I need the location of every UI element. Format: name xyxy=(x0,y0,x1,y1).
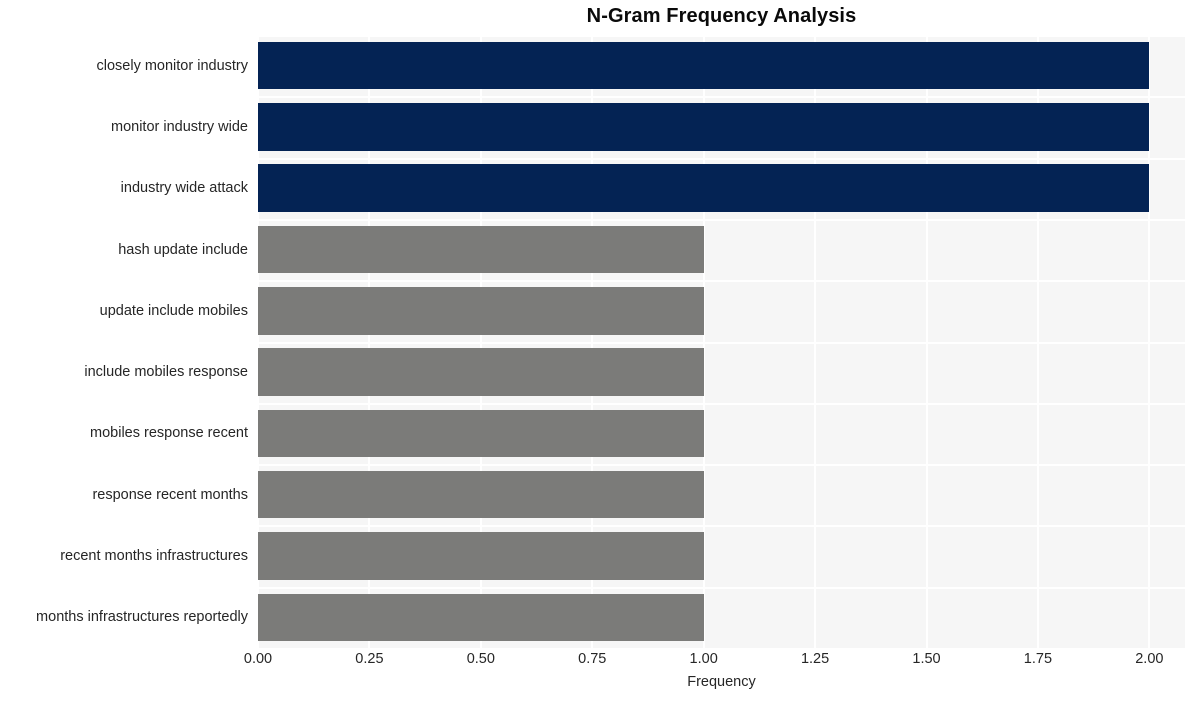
x-axis-tick-labels: 0.00 0.25 0.50 0.75 1.00 1.25 1.50 1.75 2.00 xyxy=(244,651,1185,673)
chart-figure: N-Gram Frequency Analysis closely monito… xyxy=(0,0,1198,701)
bar-row xyxy=(258,593,1185,642)
horizontal-gridline xyxy=(258,218,1185,221)
y-axis-tick-label: update include mobiles xyxy=(99,302,248,319)
bar[interactable] xyxy=(258,225,704,274)
bar[interactable] xyxy=(258,164,1150,212)
horizontal-gridline xyxy=(258,586,1185,589)
y-axis-tick-label: include mobiles response xyxy=(84,364,248,381)
chart-title: N-Gram Frequency Analysis xyxy=(586,5,857,27)
bar-row xyxy=(258,532,1185,580)
horizontal-gridline xyxy=(258,464,1185,467)
plot-area xyxy=(258,35,1185,648)
y-axis-tick-label: recent months infrastructures xyxy=(60,548,248,565)
horizontal-gridline xyxy=(258,157,1185,160)
bar[interactable] xyxy=(258,103,1150,151)
bar-row xyxy=(258,41,1185,90)
y-axis-tick-label: hash update include xyxy=(118,241,248,258)
x-axis-tick-label: 1.75 xyxy=(1023,651,1053,667)
x-axis-tick-label: 0.00 xyxy=(243,651,273,667)
y-axis-tick-labels: closely monitor industry monitor industry… xyxy=(0,35,248,648)
x-axis-tick-label: 1.00 xyxy=(689,651,718,667)
y-axis-tick-label: closely monitor industry xyxy=(96,57,249,74)
bar-row xyxy=(258,409,1185,458)
bar[interactable] xyxy=(258,41,1150,90)
horizontal-gridline xyxy=(258,96,1185,99)
bar-row xyxy=(258,348,1185,396)
bar-row xyxy=(258,287,1185,335)
bar[interactable] xyxy=(258,287,704,335)
horizontal-gridline xyxy=(258,341,1185,344)
bar[interactable] xyxy=(258,348,704,396)
bar-row xyxy=(258,103,1185,151)
x-axis-tick-label: 1.50 xyxy=(912,651,941,667)
bar-row xyxy=(258,164,1185,212)
x-axis-tick-label: 0.75 xyxy=(578,651,607,667)
y-axis-tick-label: response recent months xyxy=(92,486,248,503)
horizontal-gridline xyxy=(258,280,1185,283)
bar[interactable] xyxy=(258,470,704,519)
x-axis-tick-label: 0.50 xyxy=(466,651,495,667)
bar-row xyxy=(258,225,1185,274)
y-axis-tick-label: monitor industry wide xyxy=(111,118,248,135)
y-axis-tick-label: mobiles response recent xyxy=(90,425,248,442)
horizontal-gridline xyxy=(258,35,1185,37)
bar[interactable] xyxy=(258,593,704,642)
x-axis-tick-label: 2.00 xyxy=(1135,651,1164,667)
x-axis-tick-label: 1.25 xyxy=(800,651,830,667)
bar[interactable] xyxy=(258,532,704,580)
y-axis-tick-label: months infrastructures reportedly xyxy=(36,609,248,626)
horizontal-gridline xyxy=(258,525,1185,528)
horizontal-gridline xyxy=(258,402,1185,405)
x-axis-tick-label: 0.25 xyxy=(355,651,384,667)
bar[interactable] xyxy=(258,409,704,458)
x-axis-title: Frequency xyxy=(687,674,756,690)
bar-row xyxy=(258,470,1185,519)
y-axis-tick-label: industry wide attack xyxy=(120,180,248,197)
